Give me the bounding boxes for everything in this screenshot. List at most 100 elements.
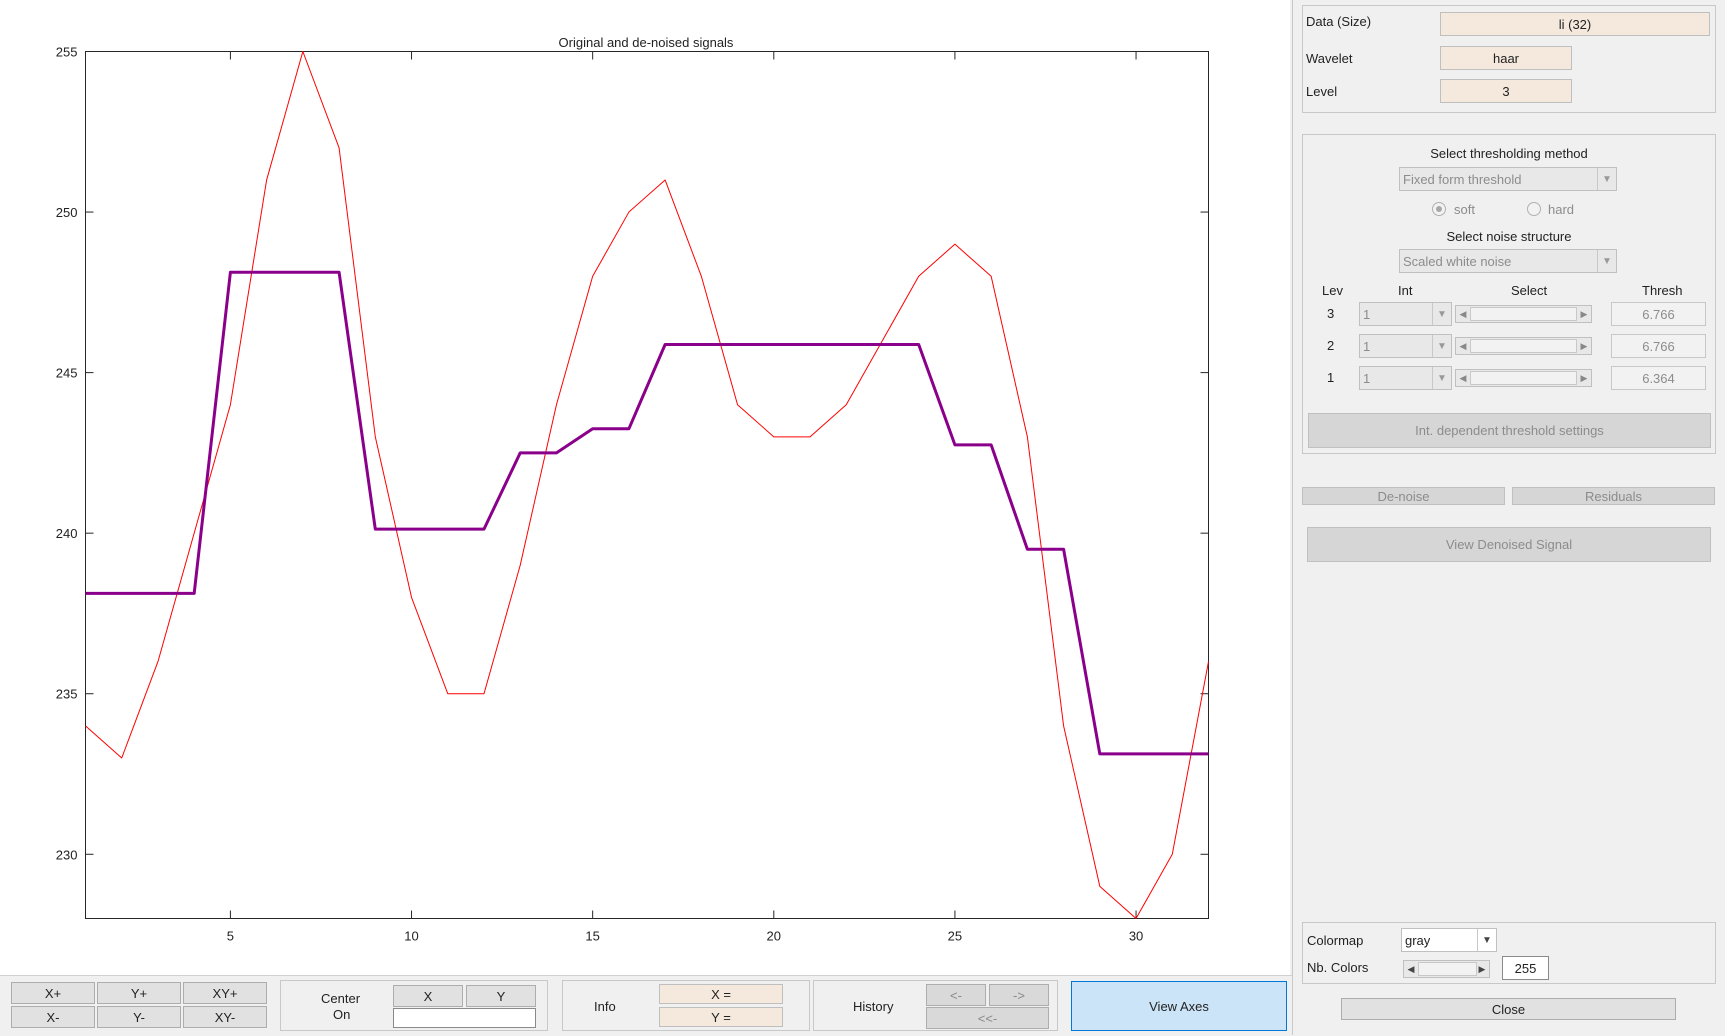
int-dependent-threshold-button[interactable]: Int. dependent threshold settings	[1308, 413, 1711, 448]
level-int-select[interactable]: 1 ▼	[1359, 366, 1452, 390]
original-signal-line	[85, 51, 1209, 919]
center-on-label-line1: Center	[321, 991, 361, 1006]
info-group: Info X = Y =	[562, 980, 810, 1031]
col-lev-header: Lev	[1322, 283, 1343, 298]
slider-right-arrow-icon[interactable]: ▶	[1475, 961, 1489, 977]
nb-colors-slider[interactable]: ◀ ▶	[1403, 960, 1490, 978]
chevron-down-icon: ▼	[1477, 929, 1496, 951]
slider-right-arrow-icon[interactable]: ▶	[1577, 370, 1591, 386]
history-back-button[interactable]: <-	[926, 984, 986, 1006]
chevron-down-icon: ▼	[1432, 335, 1451, 357]
slider-left-arrow-icon[interactable]: ◀	[1456, 370, 1470, 386]
center-y-button[interactable]: Y	[466, 985, 536, 1007]
y-tick-label: 245	[56, 366, 78, 381]
x-tick-label: 20	[767, 929, 781, 944]
noise-structure-value: Scaled white noise	[1403, 253, 1512, 269]
nb-colors-label: Nb. Colors	[1307, 960, 1369, 975]
level-threshold-slider[interactable]: ◀ ▶	[1455, 337, 1592, 355]
colormap-value: gray	[1405, 932, 1431, 948]
col-select-header: Select	[1511, 283, 1548, 298]
center-on-group: Center On X Y	[280, 980, 548, 1031]
col-int-header: Int	[1398, 283, 1413, 298]
x-tick-label: 15	[585, 929, 599, 944]
wavelet-label: Wavelet	[1306, 51, 1353, 66]
x-tick-label: 10	[404, 929, 418, 944]
history-forward-button[interactable]: ->	[989, 984, 1049, 1006]
level-label: Level	[1306, 84, 1338, 99]
level-threshold-field[interactable]: 6.766	[1611, 334, 1706, 358]
slider-thumb[interactable]	[1470, 307, 1577, 321]
data-info-panel: Data (Size) li (32) Wavelet haar Level 3	[1302, 5, 1716, 113]
level-row: 3 1 ▼ ◀ ▶ 6.766	[1303, 301, 1715, 327]
y-tick-label: 250	[56, 205, 78, 220]
y-tick-label: 240	[56, 526, 78, 541]
noise-structure-label: Select noise structure	[1446, 229, 1572, 244]
slider-right-arrow-icon[interactable]: ▶	[1577, 338, 1591, 354]
residuals-button[interactable]: Residuals	[1512, 487, 1715, 505]
colormap-select[interactable]: gray ▼	[1401, 928, 1497, 952]
level-threshold-field[interactable]: 6.364	[1611, 366, 1706, 390]
center-on-input[interactable]	[393, 1008, 536, 1028]
level-threshold-slider[interactable]: ◀ ▶	[1455, 305, 1592, 323]
denoised-signal-line	[85, 270, 1209, 756]
level-int-select[interactable]: 1 ▼	[1359, 302, 1452, 326]
axes-box	[85, 51, 1209, 919]
zoom-y-minus-button[interactable]: Y-	[97, 1006, 181, 1028]
slider-thumb[interactable]	[1470, 339, 1577, 353]
center-x-button[interactable]: X	[393, 985, 463, 1007]
y-tick-label: 230	[56, 847, 78, 862]
soft-radio[interactable]	[1432, 202, 1446, 216]
level-threshold-field[interactable]: 6.766	[1611, 302, 1706, 326]
zoom-x-minus-button[interactable]: X-	[11, 1006, 95, 1028]
threshold-panel: Select thresholding method Fixed form th…	[1302, 134, 1716, 454]
data-size-field: li (32)	[1440, 12, 1710, 36]
level-number: 1	[1327, 370, 1335, 385]
colormap-panel: Colormap gray ▼ Nb. Colors ◀ ▶ 255	[1302, 922, 1716, 984]
zoom-xy-minus-button[interactable]: XY-	[183, 1006, 267, 1028]
zoom-x-plus-button[interactable]: X+	[11, 982, 95, 1004]
signal-chart[interactable]: Original and de-noised signals 5 10 15 20 25…	[0, 0, 1290, 975]
level-int-value: 1	[1363, 306, 1371, 322]
threshold-method-select[interactable]: Fixed form threshold ▼	[1399, 167, 1617, 191]
x-tick-label: 30	[1129, 929, 1143, 944]
y-tick-label: 255	[56, 45, 78, 60]
x-tick-label: 25	[948, 929, 962, 944]
level-int-select[interactable]: 1 ▼	[1359, 334, 1452, 358]
view-axes-button[interactable]: View Axes	[1071, 981, 1287, 1031]
hard-radio[interactable]	[1527, 202, 1541, 216]
plot-area: Original and de-noised signals 5 10 15 20 25…	[0, 0, 1290, 975]
info-label: Info	[594, 999, 616, 1014]
level-threshold-slider[interactable]: ◀ ▶	[1455, 369, 1592, 387]
nb-colors-field[interactable]: 255	[1502, 956, 1549, 980]
view-denoised-signal-button[interactable]: View Denoised Signal	[1307, 527, 1711, 562]
colormap-label: Colormap	[1307, 933, 1364, 948]
level-number: 3	[1327, 306, 1335, 321]
slider-thumb[interactable]	[1418, 962, 1477, 976]
zoom-y-plus-button[interactable]: Y+	[97, 982, 181, 1004]
level-number: 2	[1327, 338, 1335, 353]
hard-label: hard	[1548, 202, 1575, 217]
zoom-group: X+ Y+ XY+ X- Y- XY-	[7, 979, 272, 1031]
slider-left-arrow-icon[interactable]: ◀	[1456, 306, 1470, 322]
history-group: History <- -> <<-	[813, 980, 1058, 1031]
chevron-down-icon: ▼	[1432, 367, 1451, 389]
denoise-button[interactable]: De-noise	[1302, 487, 1505, 505]
zoom-xy-plus-button[interactable]: XY+	[183, 982, 267, 1004]
level-field: 3	[1440, 79, 1572, 103]
slider-left-arrow-icon[interactable]: ◀	[1456, 338, 1470, 354]
slider-thumb[interactable]	[1470, 371, 1577, 385]
history-first-button[interactable]: <<-	[926, 1007, 1049, 1029]
col-thresh-header: Thresh	[1642, 283, 1683, 298]
level-row: 1 1 ▼ ◀ ▶ 6.364	[1303, 365, 1715, 391]
center-on-label-line2: On	[333, 1007, 351, 1022]
close-button[interactable]: Close	[1341, 998, 1676, 1020]
slider-left-arrow-icon[interactable]: ◀	[1404, 961, 1418, 977]
slider-right-arrow-icon[interactable]: ▶	[1577, 306, 1591, 322]
soft-label: soft	[1454, 202, 1475, 217]
x-tick-label: 5	[227, 929, 234, 944]
chevron-down-icon: ▼	[1597, 250, 1616, 272]
noise-structure-select[interactable]: Scaled white noise ▼	[1399, 249, 1617, 273]
level-int-value: 1	[1363, 370, 1371, 386]
data-size-label: Data (Size)	[1306, 14, 1372, 29]
chart-title: Original and de-noised signals	[559, 35, 734, 50]
